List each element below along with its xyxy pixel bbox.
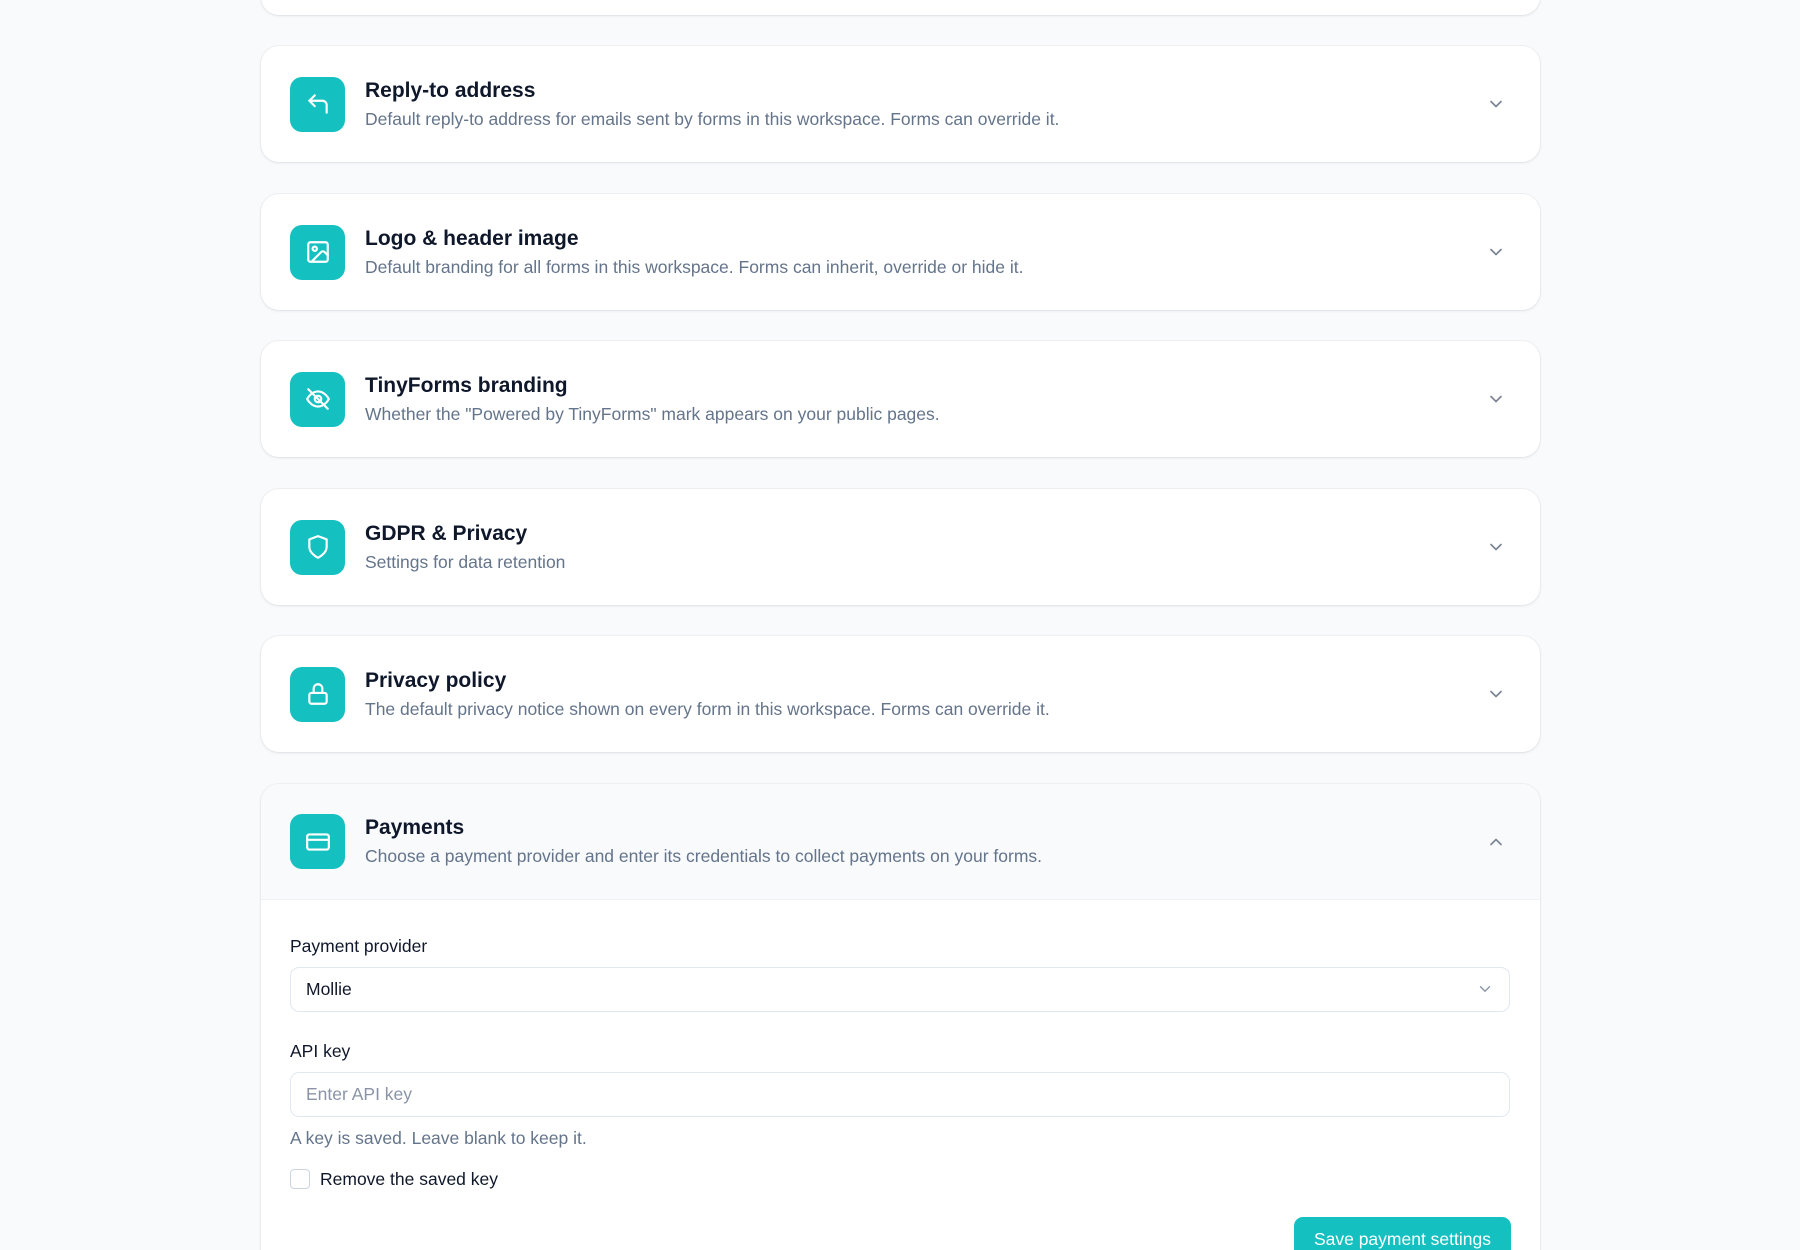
section-header-logo[interactable]: Logo & header image Default branding for… bbox=[261, 194, 1540, 310]
chevron-up-icon[interactable] bbox=[1485, 831, 1507, 853]
shield-icon bbox=[290, 519, 345, 575]
section-card-branding: TinyForms branding Whether the "Powered … bbox=[261, 341, 1540, 457]
section-header-privacy-policy[interactable]: Privacy policy The default privacy notic… bbox=[261, 636, 1540, 752]
payment-provider-value: Mollie bbox=[306, 979, 352, 999]
section-description: The default privacy notice shown on ever… bbox=[365, 698, 1050, 719]
save-payment-settings-button[interactable]: Save payment settings bbox=[1293, 1217, 1511, 1250]
remove-key-row: Remove the saved key bbox=[290, 1167, 1511, 1191]
api-key-label: API key bbox=[290, 1041, 351, 1061]
image-icon bbox=[290, 224, 345, 280]
section-title: Logo & header image bbox=[365, 226, 579, 250]
api-key-input[interactable] bbox=[290, 1072, 1510, 1117]
api-key-help-text: A key is saved. Leave blank to keep it. bbox=[290, 1128, 587, 1148]
settings-page: Reply-to address Default reply-to addres… bbox=[0, 0, 1800, 1250]
section-description: Whether the "Powered by TinyForms" mark … bbox=[365, 403, 940, 424]
section-title: GDPR & Privacy bbox=[365, 521, 528, 545]
section-description: Settings for data retention bbox=[365, 551, 566, 572]
section-header-branding[interactable]: TinyForms branding Whether the "Powered … bbox=[261, 341, 1540, 457]
remove-key-checkbox[interactable] bbox=[290, 1169, 310, 1189]
remove-key-label[interactable]: Remove the saved key bbox=[320, 1167, 498, 1191]
lock-icon bbox=[290, 666, 345, 722]
previous-section-card bbox=[261, 0, 1540, 15]
section-card-privacy-policy: Privacy policy The default privacy notic… bbox=[261, 636, 1540, 752]
section-header-reply-to[interactable]: Reply-to address Default reply-to addres… bbox=[261, 46, 1540, 162]
section-title: Privacy policy bbox=[365, 668, 507, 692]
section-description: Choose a payment provider and enter its … bbox=[365, 846, 1043, 866]
section-title: Payments bbox=[365, 816, 465, 839]
payment-provider-select[interactable]: Mollie bbox=[290, 967, 1510, 1012]
chevron-down-icon[interactable] bbox=[1485, 683, 1507, 705]
chevron-down-icon bbox=[1479, 986, 1491, 992]
chevron-down-icon[interactable] bbox=[1485, 388, 1507, 410]
payment-provider-label: Payment provider bbox=[290, 936, 428, 956]
section-card-logo: Logo & header image Default branding for… bbox=[261, 194, 1540, 310]
chevron-down-icon[interactable] bbox=[1485, 536, 1507, 558]
payments-form: Payment provider Mollie API key A key is… bbox=[261, 900, 1540, 1191]
chevron-down-icon[interactable] bbox=[1485, 241, 1507, 263]
chevron-down-icon[interactable] bbox=[1485, 93, 1507, 115]
section-card-payments: Payments Choose a payment provider and e… bbox=[261, 784, 1540, 1250]
section-header-gdpr[interactable]: GDPR & Privacy Settings for data retenti… bbox=[261, 489, 1540, 605]
section-card-gdpr: GDPR & Privacy Settings for data retenti… bbox=[261, 489, 1540, 605]
section-title: TinyForms branding bbox=[365, 373, 568, 397]
section-card-reply-to: Reply-to address Default reply-to addres… bbox=[261, 46, 1540, 162]
section-title: Reply-to address bbox=[365, 78, 536, 102]
section-description: Default reply-to address for emails sent… bbox=[365, 108, 1060, 129]
reply-arrow-icon bbox=[290, 76, 345, 132]
section-header-payments[interactable]: Payments Choose a payment provider and e… bbox=[261, 784, 1540, 900]
section-description: Default branding for all forms in this w… bbox=[365, 256, 1024, 277]
eye-off-icon bbox=[290, 371, 345, 427]
credit-card-icon bbox=[290, 814, 345, 869]
